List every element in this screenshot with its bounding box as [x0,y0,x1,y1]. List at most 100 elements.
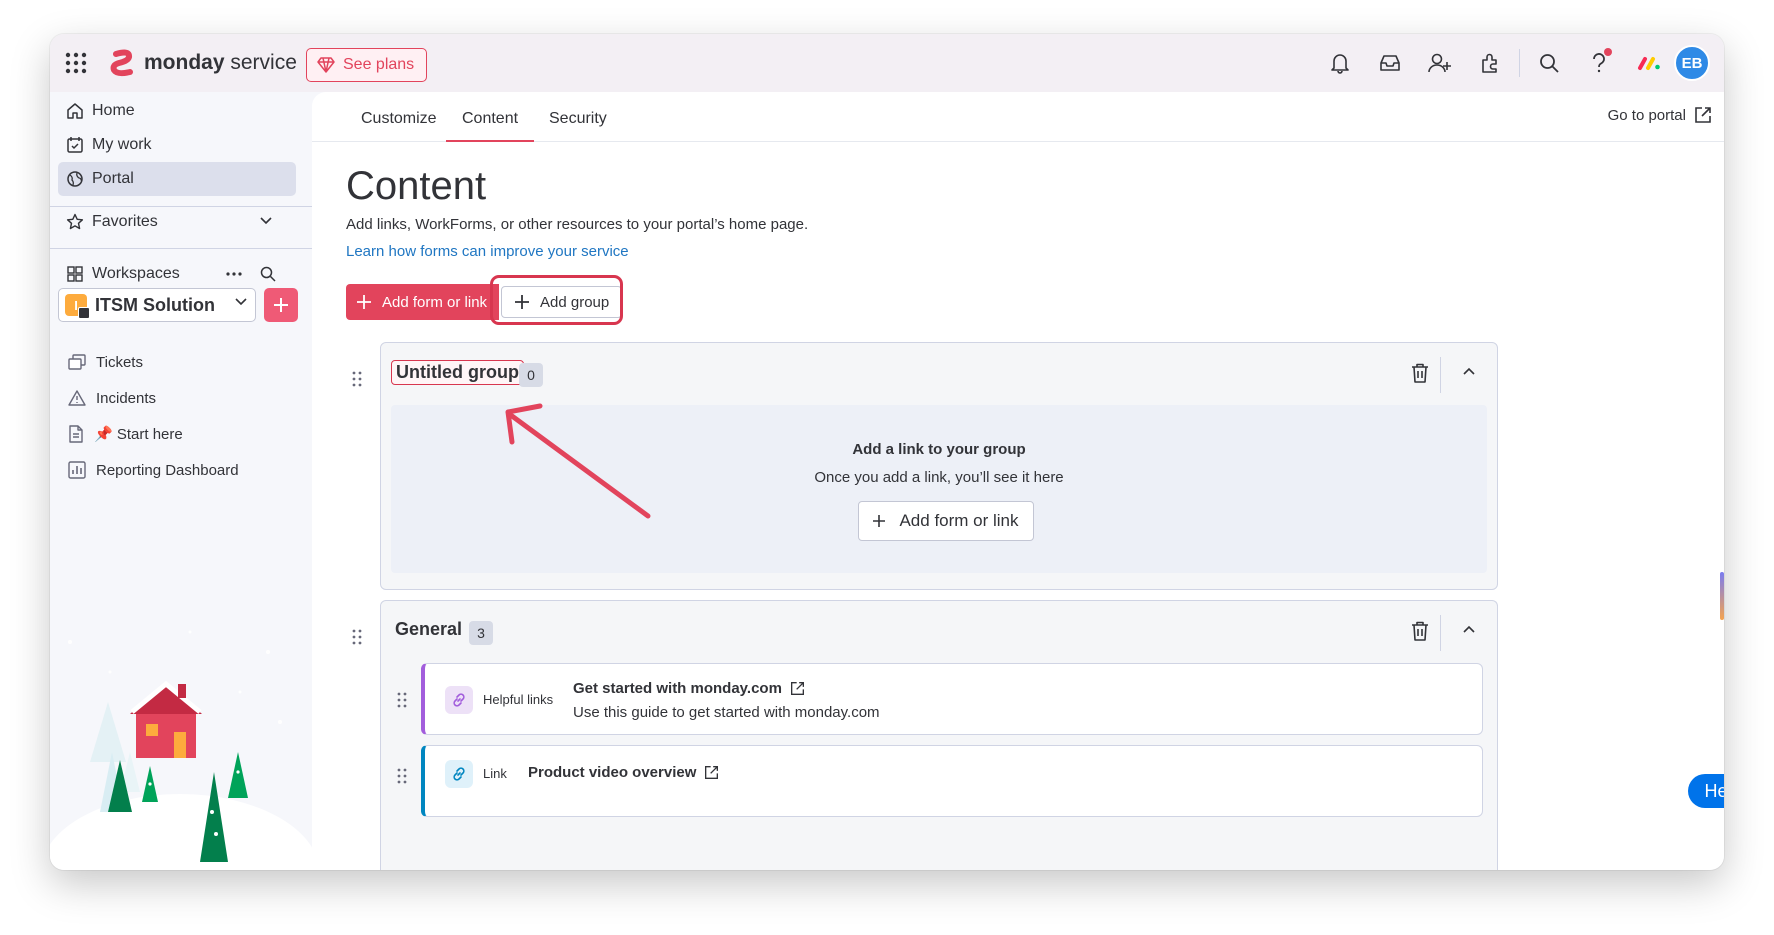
tab-customize[interactable]: Customize [361,110,437,142]
globe-icon [67,171,83,187]
top-bar: monday service See plans EB [50,34,1724,92]
add-workspace-item-button[interactable] [264,288,298,322]
chevron-up-icon[interactable] [1463,367,1475,375]
chevron-down-icon [260,217,272,225]
sidebar-item-label: Home [92,102,135,119]
side-panel-tab[interactable] [1720,572,1724,620]
sidebar-favorites[interactable]: Favorites [58,205,288,239]
sidebar-item-label: My work [92,136,152,153]
doc-icon [69,425,83,443]
workspace-badge: I [65,294,90,319]
link-category: Helpful links [483,692,554,707]
workspace-name: ITSM Solution [95,294,215,315]
monday-products-icon[interactable] [1624,34,1674,92]
brand-logo[interactable]: monday service [110,48,297,78]
see-plans-button[interactable]: See plans [306,48,428,82]
chevron-down-icon [235,298,247,306]
sidebar-doc-start-here[interactable]: 📌 Start here [58,416,296,452]
topbar-divider [1519,49,1520,77]
external-link-icon [790,682,804,695]
sidebar-board-incidents[interactable]: Incidents [58,380,296,416]
page-description: Add links, WorkForms, or other resources… [346,216,809,233]
go-to-portal-link[interactable]: Go to portal [1608,106,1712,124]
external-link-icon [705,766,719,779]
button-label: Add form or link [899,511,1019,530]
link-title[interactable]: Get started with monday.com [573,680,805,697]
add-form-or-link-button[interactable]: Add form or link [346,284,500,320]
dashboard-icon [68,461,86,479]
link-card[interactable]: Link Product video overview [397,745,1483,817]
invite-member-icon[interactable] [1415,34,1465,92]
inbox-icon[interactable] [1365,34,1415,92]
more-options-icon[interactable] [226,272,242,276]
warning-icon [68,390,86,406]
favorites-label: Favorites [92,213,158,230]
sidebar-workspaces[interactable]: Workspaces [58,257,218,291]
add-form-or-link-button[interactable]: Add form or link [858,501,1034,541]
button-label: Add form or link [382,293,488,311]
group-count-badge: 0 [519,363,543,387]
link-card[interactable]: Helpful links Get started with monday.co… [397,663,1483,735]
drag-handle-icon[interactable] [352,629,362,645]
board-icon [68,354,86,370]
sidebar-item-label: Portal [92,170,134,187]
link-chain-icon [445,760,473,788]
board-label: 📌 Start here [94,426,183,443]
drag-handle-icon[interactable] [352,371,362,387]
workspaces-label: Workspaces [92,265,180,282]
plus-icon [274,298,288,312]
board-label: Reporting Dashboard [96,461,239,479]
bell-icon[interactable] [1315,34,1365,92]
page-title: Content [346,164,487,208]
main-panel: Customize Content Security Go to portal … [312,92,1724,870]
link-title[interactable]: Product video overview [528,764,719,781]
group-header-divider [1440,615,1441,651]
drag-handle-icon[interactable] [397,768,407,784]
tab-bar: Customize Content Security Go to portal [312,92,1724,142]
group-count-badge: 3 [469,621,493,645]
winter-house-illustration [50,630,312,870]
link-title-text: Get started with monday.com [573,680,782,697]
search-icon[interactable] [260,266,276,282]
external-link-icon [1695,107,1711,123]
monday-service-logo-icon [110,49,133,77]
help-button[interactable]: Help [1688,774,1724,808]
apps-marketplace-icon[interactable] [1465,34,1515,92]
sidebar-board-tickets[interactable]: Tickets [58,344,296,380]
annotation-highlight [490,275,623,325]
trash-icon[interactable] [1411,621,1429,641]
drag-handle-icon[interactable] [397,692,407,708]
calendar-check-icon [67,137,83,153]
notification-dot [1604,48,1612,56]
sidebar: Home My work Portal Favorites Workspaces… [50,92,312,870]
tab-content[interactable]: Content [446,110,535,142]
diamond-icon [317,57,335,73]
annotation-arrow [505,403,651,519]
brand-name: monday service [144,51,297,74]
learn-forms-link[interactable]: Learn how forms can improve your service [346,243,629,260]
help-icon[interactable] [1574,34,1624,92]
sidebar-item-portal[interactable]: Portal [58,162,296,196]
group-card: General 3 Helpful links Get started with… [380,600,1498,870]
home-icon [67,103,83,119]
sidebar-item-my-work[interactable]: My work [58,128,296,162]
group-title[interactable]: Untitled group [391,360,524,385]
tab-security[interactable]: Security [549,110,607,142]
trash-icon[interactable] [1411,363,1429,383]
sidebar-item-home[interactable]: Home [58,94,296,128]
see-plans-label: See plans [343,56,415,73]
board-label: Incidents [96,389,157,407]
app-grid-icon[interactable] [64,51,88,75]
sidebar-divider [50,248,312,249]
star-icon [66,213,84,230]
workspaces-grid-icon [67,266,83,282]
avatar[interactable]: EB [1674,45,1710,81]
app-window: monday service See plans EB Home My work… [50,34,1724,870]
plus-icon [873,515,886,527]
link-title-text: Product video overview [528,764,697,781]
group-title[interactable]: General [395,619,462,640]
sidebar-dashboard-reporting[interactable]: Reporting Dashboard [58,452,296,488]
search-icon[interactable] [1524,34,1574,92]
chevron-up-icon[interactable] [1463,625,1475,633]
workspace-selector[interactable]: I ITSM Solution [58,288,256,322]
